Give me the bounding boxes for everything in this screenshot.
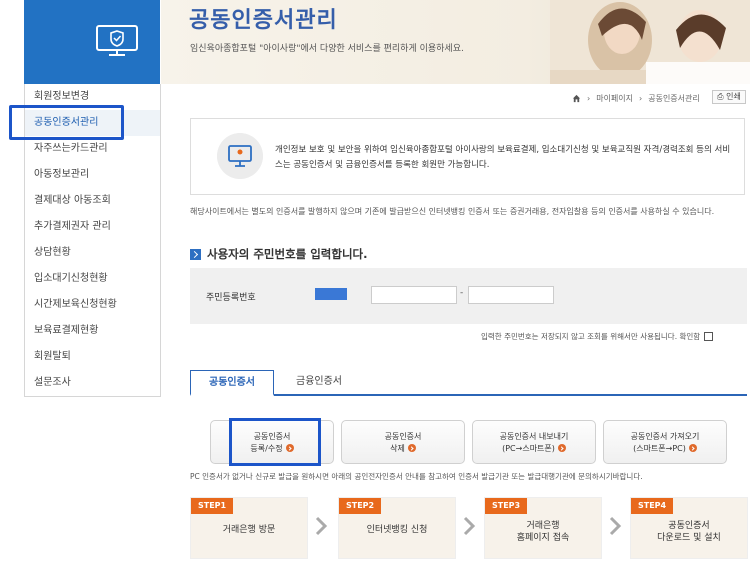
sidebar-item[interactable]: 입소대기신청현황 — [25, 266, 160, 292]
rrn-confirm-text: 입력한 주민번호는 저장되지 않고 조회를 위해서만 사용됩니다. 확인함 — [481, 332, 701, 341]
chevron-right-icon — [315, 516, 328, 536]
step-label: 인터넷뱅킹 신청 — [339, 524, 455, 536]
rrn-confirm-checkbox[interactable] — [704, 332, 714, 341]
register-certificate-button[interactable]: 공동인증서 등록/수정 — [210, 420, 334, 464]
sidebar-item[interactable]: 시간제보육신청현황 — [25, 292, 160, 318]
tab-joint-certificate[interactable]: 공동인증서 — [190, 370, 274, 396]
sidebar-item[interactable]: 설문조사 — [25, 370, 160, 396]
step-label: 거래은행 홈페이지 접속 — [485, 520, 601, 544]
sidebar-item[interactable]: 상담현황 — [25, 240, 160, 266]
step-3: STEP3 거래은행 홈페이지 접속 — [484, 497, 602, 559]
arrow-circle-icon — [688, 444, 697, 452]
print-button[interactable]: ⎙ 인쇄 — [712, 90, 746, 104]
action-label-line1: 공동인증서 — [253, 432, 291, 441]
action-label-line2: 삭제 — [390, 444, 405, 453]
step-badge: STEP4 — [631, 498, 674, 514]
rrn-section-title: 사용자의 주민번호를 입력합니다. — [190, 246, 368, 262]
chevron-bullet-icon — [190, 248, 201, 260]
action-label-line1: 공동인증서 — [384, 432, 422, 441]
step-badge: STEP1 — [191, 498, 234, 514]
step-label-line1: 공동인증서 — [668, 521, 710, 531]
action-label-line2: (스마트폰→PC) — [633, 444, 686, 453]
step-1: STEP1 거래은행 방문 — [190, 497, 308, 559]
rrn-selected-text — [315, 288, 347, 300]
delete-certificate-button[interactable]: 공동인증서 삭제 — [341, 420, 465, 464]
action-label-line1: 공동인증서 내보내기 — [499, 432, 569, 441]
step-label-line1: 거래은행 — [526, 521, 560, 531]
sidebar-item[interactable]: 공동인증서관리 — [25, 110, 160, 136]
sidebar-item[interactable]: 결제대상 아동조회 — [25, 188, 160, 214]
step-label-line1: 인터넷뱅킹 신청 — [366, 525, 428, 535]
pc-certificate-note: PC 인증서가 없거나 신규로 발급을 원하시면 아래의 공인전자인증서 안내를… — [190, 472, 643, 481]
rrn-label: 주민등록번호 — [206, 293, 256, 303]
home-icon[interactable] — [572, 94, 581, 103]
breadcrumb-separator: › — [587, 93, 591, 103]
rrn-front-input[interactable] — [371, 286, 457, 304]
arrow-circle-icon — [407, 444, 416, 452]
sidebar-item[interactable]: 보육료결제현황 — [25, 318, 160, 344]
step-label-line1: 거래은행 방문 — [222, 525, 276, 535]
certificate-monitor-icon — [217, 133, 263, 179]
action-label-line2: 등록/수정 — [250, 444, 283, 453]
rrn-input-panel: 주민등록번호 - — [190, 268, 747, 324]
arrow-circle-icon — [557, 444, 566, 452]
step-label: 거래은행 방문 — [191, 524, 307, 536]
sidebar-item[interactable]: 추가결제권자 관리 — [25, 214, 160, 240]
sidebar-item[interactable]: 아동정보관리 — [25, 162, 160, 188]
export-certificate-button[interactable]: 공동인증서 내보내기 (PC→스마트폰) — [472, 420, 596, 464]
action-label-line2: (PC→스마트폰) — [502, 444, 555, 453]
notice-text: 개인정보 보호 및 보안을 위하여 임신육아종합포털 아이사랑의 보육료결제, … — [275, 145, 731, 170]
tab-financial-certificate[interactable]: 금융인증서 — [284, 370, 354, 396]
import-certificate-button[interactable]: 공동인증서 가져오기 (스마트폰→PC) — [603, 420, 727, 464]
monitor-shield-icon — [96, 25, 138, 56]
chevron-right-icon — [463, 516, 476, 536]
breadcrumb-item-current: 공동인증서관리 — [648, 93, 700, 103]
print-icon: ⎙ — [717, 92, 724, 101]
print-label: 인쇄 — [726, 92, 741, 101]
step-badge: STEP2 — [339, 498, 382, 514]
certificate-tabs: 공동인증서 금융인증서 — [190, 370, 747, 396]
rrn-dash: - — [460, 288, 464, 298]
step-4: STEP4 공동인증서 다운로드 및 설치 — [630, 497, 748, 559]
step-label: 공동인증서 다운로드 및 설치 — [631, 520, 747, 544]
sidebar-item[interactable]: 회원정보변경 — [25, 84, 160, 110]
step-label-line2: 홈페이지 접속 — [516, 533, 570, 543]
notice-box: 개인정보 보호 및 보안을 위하여 임신육아종합포털 아이사랑의 보육료결제, … — [190, 118, 745, 195]
rrn-section-title-text: 사용자의 주민번호를 입력합니다. — [207, 247, 368, 261]
breadcrumb: › 마이페이지 › 공동인증서관리 — [572, 91, 700, 105]
step-label-line2: 다운로드 및 설치 — [657, 533, 721, 543]
sidebar-banner — [24, 0, 160, 84]
breadcrumb-item-mypage[interactable]: 마이페이지 — [596, 93, 633, 104]
step-2: STEP2 인터넷뱅킹 신청 — [338, 497, 456, 559]
arrow-circle-icon — [285, 444, 294, 452]
breadcrumb-separator: › — [639, 93, 643, 103]
sidebar-item[interactable]: 자주쓰는카드관리 — [25, 136, 160, 162]
page-subtitle: 임신육아종합포털 "아이사랑"에서 다양한 서비스를 편리하게 이용하세요. — [190, 44, 464, 54]
chevron-right-icon — [609, 516, 622, 536]
action-label-line1: 공동인증서 가져오기 — [630, 432, 700, 441]
sidebar-menu: 회원정보변경 공동인증서관리 자주쓰는카드관리 아동정보관리 결제대상 아동조회 추가결제… — [24, 84, 161, 397]
hero-photo-illustration — [550, 0, 750, 84]
certificate-description: 해당사이트에서는 별도의 인증서를 발행하지 않으며 기존에 발급받으신 인터넷… — [190, 207, 715, 216]
sidebar-item[interactable]: 회원탈퇴 — [25, 344, 160, 370]
step-badge: STEP3 — [485, 498, 528, 514]
rrn-confirm: 입력한 주민번호는 저장되지 않고 조회를 위해서만 사용됩니다. 확인함 — [481, 331, 714, 342]
hero-banner: 공동인증서관리 임신육아종합포털 "아이사랑"에서 다양한 서비스를 편리하게 … — [161, 0, 750, 84]
page-title: 공동인증서관리 — [189, 8, 338, 33]
rrn-back-input[interactable] — [468, 286, 554, 304]
